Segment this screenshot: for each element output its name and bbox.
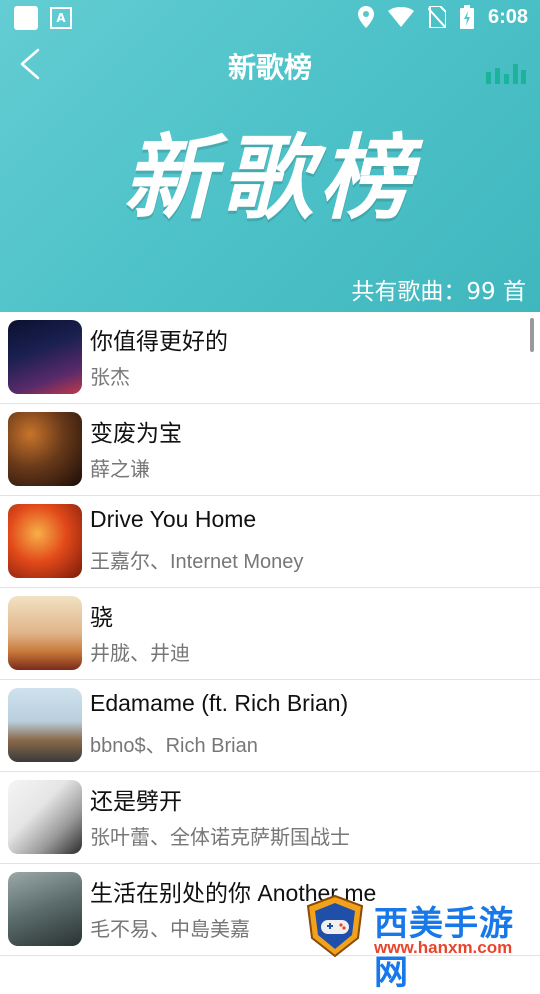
song-count: 共有歌曲：99 首 bbox=[351, 279, 526, 305]
song-row[interactable]: Drive You Home 王嘉尔、Internet Money bbox=[0, 496, 540, 588]
album-cover bbox=[8, 504, 82, 578]
battery-charging-icon bbox=[459, 5, 474, 29]
song-row[interactable]: 你值得更好的 张杰 bbox=[0, 312, 540, 404]
album-cover bbox=[8, 872, 82, 946]
song-title: 骁 bbox=[90, 604, 113, 630]
album-cover bbox=[8, 688, 82, 762]
song-artist: 毛不易、中島美嘉 bbox=[90, 919, 250, 941]
no-sim-icon bbox=[427, 6, 446, 28]
song-row[interactable]: 变废为宝 薛之谦 bbox=[0, 404, 540, 496]
album-cover bbox=[8, 412, 82, 486]
album-cover bbox=[8, 780, 82, 854]
song-title: Drive You Home bbox=[90, 506, 257, 532]
square-notification-icon bbox=[14, 6, 38, 30]
song-artist: 王嘉尔、Internet Money bbox=[90, 551, 304, 573]
album-cover bbox=[8, 596, 82, 670]
wifi-icon bbox=[387, 7, 414, 27]
song-artist: 张杰 bbox=[90, 367, 130, 389]
song-artist: 薛之谦 bbox=[90, 459, 150, 481]
song-title: Edamame (ft. Rich Brian) bbox=[90, 690, 349, 716]
page-title: 新歌榜 bbox=[227, 51, 312, 84]
a-notification-icon: A bbox=[50, 7, 72, 29]
song-title: 你值得更好的 bbox=[90, 328, 228, 354]
banner-title: 新歌榜 bbox=[122, 125, 417, 232]
gamepad-shield-icon bbox=[306, 894, 364, 958]
song-title: 变废为宝 bbox=[90, 420, 182, 446]
song-row[interactable]: 骁 井胧、井迪 bbox=[0, 588, 540, 680]
watermark-url: www.hanxm.com bbox=[374, 938, 513, 957]
song-artist: 井胧、井迪 bbox=[90, 643, 190, 665]
song-list: 你值得更好的 张杰 变废为宝 薛之谦 Drive You Home 王嘉尔、In… bbox=[0, 312, 540, 956]
song-title: 还是劈开 bbox=[90, 788, 182, 814]
clock: 6:08 bbox=[487, 5, 528, 28]
song-artist: 张叶蕾、全体诺克萨斯国战士 bbox=[90, 827, 350, 849]
equalizer-icon[interactable] bbox=[486, 60, 526, 84]
location-icon bbox=[357, 6, 374, 28]
watermark: 西美手游网 www.hanxm.com bbox=[304, 892, 540, 993]
song-row[interactable]: Edamame (ft. Rich Brian) bbno$、Rich Bria… bbox=[0, 680, 540, 772]
song-row[interactable]: 还是劈开 张叶蕾、全体诺克萨斯国战士 bbox=[0, 772, 540, 864]
album-cover bbox=[8, 320, 82, 394]
scrollbar[interactable] bbox=[530, 318, 534, 352]
song-artist: bbno$、Rich Brian bbox=[90, 735, 258, 757]
header-banner: A 6:08 新歌榜 新歌榜 共有歌曲：99 首 bbox=[0, 0, 540, 312]
status-bar: A 6:08 bbox=[0, 0, 540, 36]
